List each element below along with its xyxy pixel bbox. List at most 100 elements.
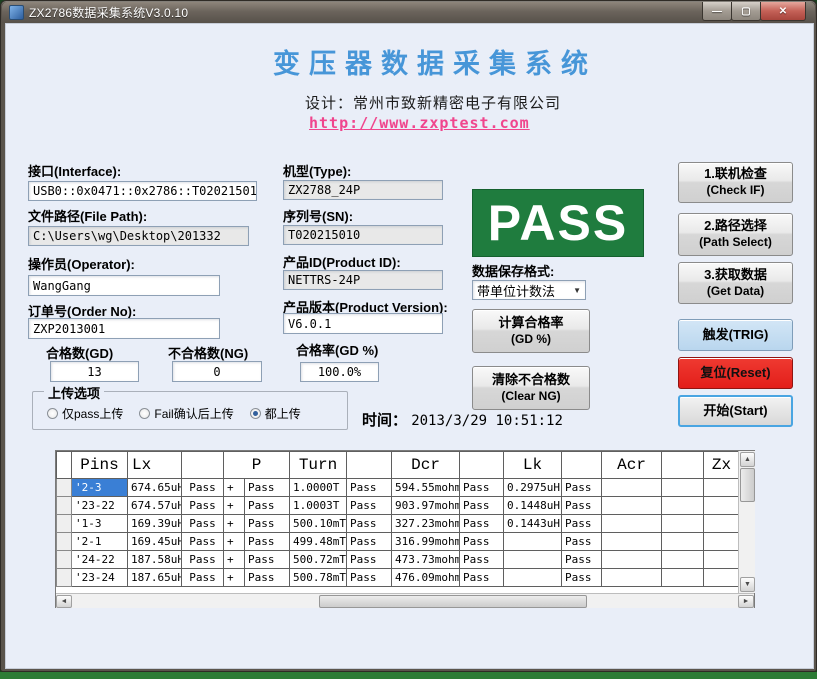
product-version-field[interactable]: V6.0.1: [283, 313, 443, 334]
table-cell[interactable]: [704, 479, 740, 497]
gd-count-field[interactable]: 13: [50, 361, 139, 382]
table-cell[interactable]: Pass: [562, 515, 602, 533]
table-cell[interactable]: [504, 551, 562, 569]
table-cell[interactable]: Pass: [347, 569, 392, 587]
table-cell[interactable]: 903.97mohm: [392, 497, 460, 515]
table-cell[interactable]: [602, 497, 662, 515]
table-cell[interactable]: '23-22: [72, 497, 128, 515]
serial-no-field[interactable]: T020215010: [283, 225, 443, 245]
table-cell[interactable]: Pass: [245, 515, 290, 533]
table-cell[interactable]: 500.78mT: [290, 569, 347, 587]
table-header-cell[interactable]: [662, 452, 704, 479]
table-cell[interactable]: Pass: [460, 551, 504, 569]
scroll-left-button[interactable]: ◄: [56, 595, 72, 608]
table-cell[interactable]: 499.48mT: [290, 533, 347, 551]
table-cell[interactable]: [704, 497, 740, 515]
table-cell[interactable]: 0.2975uH: [504, 479, 562, 497]
table-cell[interactable]: 500.72mT: [290, 551, 347, 569]
save-format-select[interactable]: 带单位计数法 ▼: [472, 280, 586, 300]
table-cell[interactable]: 1.0000T: [290, 479, 347, 497]
table-cell[interactable]: Pass: [182, 533, 224, 551]
table-cell[interactable]: [662, 551, 704, 569]
horizontal-scroll-thumb[interactable]: [319, 595, 587, 608]
table-cell[interactable]: Pass: [182, 551, 224, 569]
table-cell[interactable]: [504, 533, 562, 551]
table-cell[interactable]: '1-3: [72, 515, 128, 533]
row-header[interactable]: [57, 551, 72, 569]
interface-select[interactable]: USB0::0x0471::0x2786::T020215010:: ▼: [28, 181, 257, 201]
table-cell[interactable]: Pass: [562, 569, 602, 587]
table-cell[interactable]: Pass: [182, 569, 224, 587]
table-cell[interactable]: 327.23mohm: [392, 515, 460, 533]
table-cell[interactable]: Pass: [562, 497, 602, 515]
calc-rate-button[interactable]: 计算合格率 (GD %): [472, 309, 590, 353]
scroll-right-button[interactable]: ►: [738, 595, 754, 608]
clear-ng-button[interactable]: 清除不合格数 (Clear NG): [472, 366, 590, 410]
table-cell[interactable]: '23-24: [72, 569, 128, 587]
table-cell[interactable]: Pass: [562, 533, 602, 551]
table-cell[interactable]: '2-1: [72, 533, 128, 551]
table-cell[interactable]: Pass: [245, 551, 290, 569]
table-header-cell[interactable]: [182, 452, 224, 479]
vertical-scroll-thumb[interactable]: [740, 468, 755, 502]
table-cell[interactable]: '24-22: [72, 551, 128, 569]
table-cell[interactable]: [602, 551, 662, 569]
table-cell[interactable]: +: [224, 533, 245, 551]
table-header-cell[interactable]: P: [224, 452, 290, 479]
row-header[interactable]: [57, 533, 72, 551]
table-cell[interactable]: 169.39uH: [128, 515, 182, 533]
table-cell[interactable]: Pass: [245, 569, 290, 587]
radio-pass-only[interactable]: 仅pass上传: [47, 405, 123, 422]
table-cell[interactable]: 0.1448uH: [504, 497, 562, 515]
table-header-cell[interactable]: Lx: [128, 452, 182, 479]
table-cell[interactable]: [704, 569, 740, 587]
table-cell[interactable]: +: [224, 479, 245, 497]
order-no-field[interactable]: ZXP2013001: [28, 318, 220, 339]
website-link[interactable]: http://www.zxptest.com: [309, 114, 530, 132]
reset-button[interactable]: 复位(Reset): [678, 357, 793, 389]
table-cell[interactable]: Pass: [347, 479, 392, 497]
table-cell[interactable]: Pass: [347, 497, 392, 515]
table-cell[interactable]: 473.73mohm: [392, 551, 460, 569]
table-cell[interactable]: Pass: [460, 479, 504, 497]
table-cell[interactable]: Pass: [245, 497, 290, 515]
table-header-cell[interactable]: [460, 452, 504, 479]
table-cell[interactable]: [602, 479, 662, 497]
table-cell[interactable]: 674.57uH: [128, 497, 182, 515]
trig-button[interactable]: 触发(TRIG): [678, 319, 793, 351]
check-if-button[interactable]: 1.联机检查 (Check IF): [678, 162, 793, 203]
row-header[interactable]: [57, 497, 72, 515]
table-cell[interactable]: [704, 533, 740, 551]
table-cell[interactable]: Pass: [182, 515, 224, 533]
table-cell[interactable]: Pass: [562, 479, 602, 497]
table-cell[interactable]: Pass: [182, 479, 224, 497]
table-cell[interactable]: 500.10mT: [290, 515, 347, 533]
table-cell[interactable]: Pass: [245, 479, 290, 497]
table-cell[interactable]: [662, 569, 704, 587]
table-header-cell[interactable]: [347, 452, 392, 479]
table-cell[interactable]: 674.65uH: [128, 479, 182, 497]
vertical-scrollbar[interactable]: ▲ ▼: [738, 451, 755, 593]
table-cell[interactable]: Pass: [347, 533, 392, 551]
scroll-up-button[interactable]: ▲: [740, 452, 755, 467]
table-header-cell[interactable]: Turn: [290, 452, 347, 479]
gd-rate-field[interactable]: 100.0%: [300, 362, 379, 382]
operator-field[interactable]: WangGang: [28, 275, 220, 296]
table-cell[interactable]: [704, 551, 740, 569]
table-cell[interactable]: [662, 533, 704, 551]
table-header-cell[interactable]: Pins: [72, 452, 128, 479]
radio-upload-all[interactable]: 都上传: [250, 405, 301, 422]
start-button[interactable]: 开始(Start): [678, 395, 793, 427]
table-cell[interactable]: 187.58uH: [128, 551, 182, 569]
table-cell[interactable]: +: [224, 497, 245, 515]
table-cell[interactable]: [602, 533, 662, 551]
ng-count-field[interactable]: 0: [172, 361, 262, 382]
table-cell[interactable]: [662, 497, 704, 515]
table-cell[interactable]: 0.1443uH: [504, 515, 562, 533]
table-cell[interactable]: Pass: [245, 533, 290, 551]
table-cell[interactable]: +: [224, 515, 245, 533]
get-data-button[interactable]: 3.获取数据 (Get Data): [678, 262, 793, 304]
table-cell[interactable]: [662, 479, 704, 497]
table-cell[interactable]: [704, 515, 740, 533]
table-cell[interactable]: Pass: [460, 569, 504, 587]
